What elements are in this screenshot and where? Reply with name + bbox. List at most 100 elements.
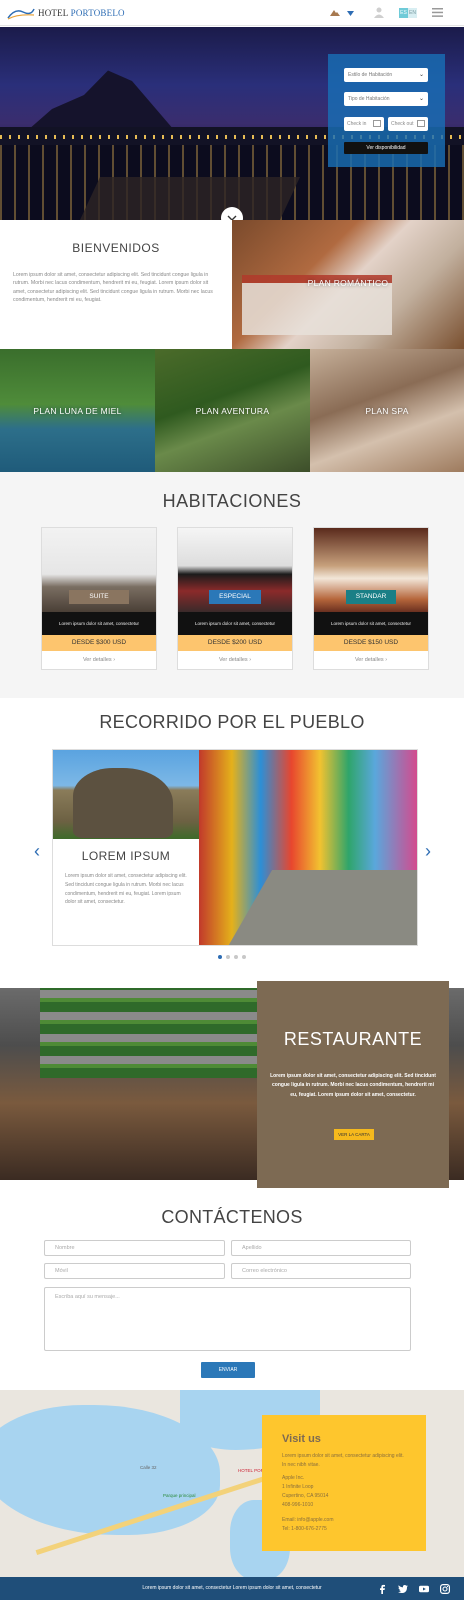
instagram-icon[interactable] bbox=[440, 1584, 450, 1594]
send-button[interactable]: ENVIAR bbox=[201, 1362, 255, 1378]
chevron-down-icon[interactable] bbox=[347, 11, 354, 16]
visit-title: Visit us bbox=[282, 1433, 321, 1445]
check-availability-button[interactable]: Ver disponibilidad bbox=[344, 142, 428, 154]
calendar-icon bbox=[373, 120, 381, 127]
checkout-field[interactable]: Check out bbox=[388, 117, 428, 131]
welcome-text: Lorem ipsum dolor sit amet, consectetur … bbox=[13, 272, 213, 303]
chevron-down-icon: ⌄ bbox=[418, 72, 424, 78]
visit-phone[interactable]: Tel: 1-800-676-2775 bbox=[282, 1525, 417, 1534]
tour-title: RECORRIDO POR EL PUEBLO bbox=[99, 712, 365, 732]
plan-romantico-label: PLAN ROMÁNTICO bbox=[307, 278, 389, 288]
carousel-dot[interactable] bbox=[226, 955, 230, 959]
carousel-prev-arrow-icon[interactable]: ‹ bbox=[34, 841, 40, 862]
room-details-link[interactable]: Ver detalles › bbox=[178, 652, 292, 669]
chevron-right-icon: › bbox=[385, 657, 388, 663]
address-line: Apple Inc. bbox=[282, 1475, 305, 1481]
room-price: DESDE $300 USD bbox=[42, 635, 156, 651]
room-card-suite[interactable]: SUITE Lorem ipsum dolor sit amet, consec… bbox=[41, 527, 157, 670]
room-details-link[interactable]: Ver detalles › bbox=[42, 652, 156, 669]
tour-rock-image bbox=[53, 750, 199, 839]
plan-romantico-card[interactable]: PLAN ROMÁNTICO bbox=[232, 220, 464, 349]
room-type-value: Tipo de Habitación bbox=[348, 96, 390, 102]
street-road bbox=[225, 870, 417, 945]
chevron-right-icon: › bbox=[113, 657, 116, 663]
map-park-label: Parque principal bbox=[163, 1493, 196, 1498]
room-card-especial[interactable]: ESPECIAL Lorem ipsum dolor sit amet, con… bbox=[177, 527, 293, 670]
restaurant-panel: RESTAURANTE Lorem ipsum dolor sit amet, … bbox=[257, 981, 449, 1188]
carousel-next-arrow-icon[interactable]: › bbox=[425, 841, 431, 862]
youtube-icon[interactable] bbox=[419, 1584, 429, 1594]
footer-text: Lorem ipsum dolor sit amet, consectetur … bbox=[142, 1585, 322, 1591]
room-style-value: Estilo de Habitación bbox=[348, 72, 393, 78]
mobile-input[interactable]: Móvil bbox=[44, 1263, 225, 1279]
twitter-icon[interactable] bbox=[398, 1584, 408, 1594]
room-details-label: Ver detalles bbox=[82, 657, 112, 663]
address-line: 1 Infinite Loop bbox=[282, 1484, 314, 1490]
checkout-label: Check out bbox=[391, 121, 414, 127]
language-switch[interactable]: ES EN bbox=[399, 8, 417, 18]
plan-luna-label: PLAN LUNA DE MIEL bbox=[33, 406, 122, 416]
address-line: 408-996-1010 bbox=[282, 1502, 314, 1508]
view-menu-button[interactable]: VER LA CARTA bbox=[334, 1129, 374, 1140]
welcome-title: BIENVENIDOS bbox=[72, 241, 160, 255]
welcome-section: BIENVENIDOS Lorem ipsum dolor sit amet, … bbox=[0, 220, 232, 349]
tour-street-image bbox=[199, 750, 417, 945]
room-style-select[interactable]: Estilo de Habitación ⌄ bbox=[344, 68, 428, 82]
rooms-title: HABITACIONES bbox=[162, 491, 302, 511]
booking-panel: Estilo de Habitación ⌄ Tipo de Habitació… bbox=[328, 54, 445, 167]
checkin-field[interactable]: Check in bbox=[344, 117, 384, 131]
room-desc: Lorem ipsum dolor sit amet, consectetur bbox=[42, 612, 156, 635]
hamburger-menu-icon[interactable] bbox=[432, 8, 443, 17]
mountain-icon[interactable] bbox=[330, 9, 340, 16]
chevron-down-icon: ⌄ bbox=[418, 96, 424, 102]
room-badge: ESPECIAL bbox=[209, 590, 261, 604]
first-name-input[interactable]: Nombre bbox=[44, 1240, 225, 1256]
room-card-standar[interactable]: STANDAR Lorem ipsum dolor sit amet, cons… bbox=[313, 527, 429, 670]
visit-card: Visit us Lorem ipsum dolor sit amet, con… bbox=[262, 1415, 426, 1551]
room-price: DESDE $200 USD bbox=[178, 635, 292, 651]
address-line: Cupertino, CA 95014 bbox=[282, 1493, 329, 1499]
logo[interactable]: HOTEL PORTOBELO bbox=[7, 5, 125, 21]
facebook-icon[interactable] bbox=[377, 1584, 387, 1594]
room-type-select[interactable]: Tipo de Habitación ⌄ bbox=[344, 92, 428, 106]
message-textarea[interactable]: Escriba aquí su mensaje... bbox=[44, 1287, 411, 1351]
room-desc: Lorem ipsum dolor sit amet, consectetur bbox=[314, 612, 428, 635]
rooms-section: HABITACIONES SUITE Lorem ipsum dolor sit… bbox=[0, 472, 464, 698]
room-price: DESDE $150 USD bbox=[314, 635, 428, 651]
tour-section: RECORRIDO POR EL PUEBLO LOREM IPSUM Lore… bbox=[0, 698, 464, 988]
user-icon[interactable] bbox=[374, 7, 384, 18]
logo-text-hotel: HOTEL bbox=[38, 8, 69, 18]
carousel-dot[interactable] bbox=[242, 955, 246, 959]
plan-aventura-label: PLAN AVENTURA bbox=[195, 406, 270, 416]
calendar-icon bbox=[417, 120, 425, 127]
site-header: HOTEL PORTOBELO ES EN bbox=[0, 0, 464, 26]
room-badge: SUITE bbox=[69, 590, 129, 604]
room-details-label: Ver detalles bbox=[218, 657, 248, 663]
plan-aventura-card[interactable]: PLAN AVENTURA bbox=[155, 349, 310, 472]
last-name-input[interactable]: Apellido bbox=[231, 1240, 411, 1256]
carousel-dot[interactable] bbox=[234, 955, 238, 959]
slide-title: LOREM IPSUM bbox=[81, 849, 171, 863]
lang-es[interactable]: ES bbox=[399, 8, 408, 18]
tour-slide: LOREM IPSUM Lorem ipsum dolor sit amet, … bbox=[52, 749, 418, 946]
lang-en[interactable]: EN bbox=[408, 8, 417, 18]
visit-desc: Lorem ipsum dolor sit amet, consectetur … bbox=[282, 1453, 404, 1468]
slide-text: Lorem ipsum dolor sit amet, consectetur … bbox=[65, 873, 187, 906]
tour-slide-text: LOREM IPSUM Lorem ipsum dolor sit amet, … bbox=[53, 839, 199, 945]
room-badge: STANDAR bbox=[346, 590, 396, 604]
visit-email[interactable]: Email: info@apple.com bbox=[282, 1516, 417, 1525]
email-input[interactable]: Correo electrónico bbox=[231, 1263, 411, 1279]
chevron-right-icon: › bbox=[249, 657, 252, 663]
carousel-dot[interactable] bbox=[218, 955, 222, 959]
carousel-dots[interactable] bbox=[218, 955, 246, 959]
plants-wall bbox=[40, 988, 280, 1078]
restaurant-text: Lorem ipsum dolor sit amet, consectetur … bbox=[270, 1073, 436, 1098]
visit-contact: Email: info@apple.com Tel: 1-800-676-277… bbox=[282, 1516, 417, 1534]
plan-spa-card[interactable]: PLAN SPA bbox=[310, 349, 464, 472]
contact-title: CONTÁCTENOS bbox=[161, 1207, 303, 1227]
room-details-link[interactable]: Ver detalles › bbox=[314, 652, 428, 669]
site-footer: Lorem ipsum dolor sit amet, consectetur … bbox=[0, 1577, 464, 1600]
logo-wave-icon bbox=[7, 8, 35, 20]
plan-luna-card[interactable]: PLAN LUNA DE MIEL bbox=[0, 349, 155, 472]
rock-shape bbox=[73, 768, 173, 838]
